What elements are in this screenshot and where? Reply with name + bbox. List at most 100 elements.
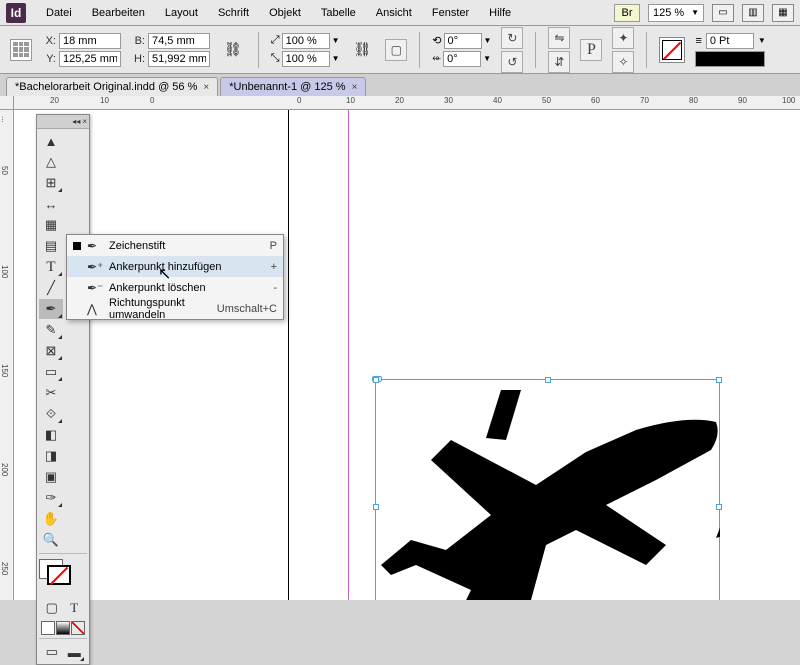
menu-type[interactable]: Schrift <box>208 3 259 23</box>
flyout-shortcut: - <box>273 282 277 294</box>
x-input[interactable] <box>59 33 121 49</box>
pen-plus-icon: ✒⁺ <box>87 260 103 274</box>
shear-input[interactable] <box>443 51 481 67</box>
menu-bar: Id Datei Bearbeiten Layout Schrift Objek… <box>0 0 800 26</box>
y-input[interactable] <box>59 51 121 67</box>
ruler-origin[interactable] <box>0 96 14 110</box>
menu-table[interactable]: Tabelle <box>311 3 366 23</box>
page-tool[interactable]: ⊞ <box>39 173 63 193</box>
rotate-input[interactable] <box>444 33 482 49</box>
gradient-feather-tool[interactable]: ◨ <box>39 446 63 466</box>
close-icon[interactable]: × <box>203 82 209 93</box>
rotate-icon: ⟲ <box>432 34 441 47</box>
ruler-tick: 40 <box>493 96 502 105</box>
select-content-icon[interactable]: ✦ <box>612 27 634 49</box>
hand-tool[interactable]: ✋ <box>39 509 63 529</box>
selection-bounding-box[interactable] <box>375 379 720 600</box>
menu-file[interactable]: Datei <box>36 3 82 23</box>
pen-tool[interactable]: ✒ <box>39 299 63 319</box>
formatting-container-icon[interactable]: ▢ <box>41 598 63 618</box>
eyedropper-tool[interactable]: ✑ <box>39 488 63 508</box>
close-icon[interactable]: × <box>352 82 358 93</box>
content-placer-tool[interactable]: ▤ <box>39 236 63 256</box>
note-tool[interactable]: ▣ <box>39 467 63 487</box>
rectangle-tool[interactable]: ▭ <box>39 362 63 382</box>
menu-edit[interactable]: Bearbeiten <box>82 3 155 23</box>
formatting-text-icon[interactable]: T <box>64 598 86 618</box>
stroke-style-preview[interactable] <box>695 51 765 67</box>
free-transform-tool[interactable]: ⟐ <box>39 404 63 424</box>
pencil-tool[interactable]: ✎ <box>39 320 63 340</box>
paragraph-mark-icon[interactable]: P <box>580 39 602 61</box>
chevron-down-icon[interactable]: ▼ <box>332 54 340 63</box>
flyout-item-pen[interactable]: ✒ Zeichenstift P <box>67 235 283 256</box>
apply-gradient-swatch[interactable] <box>56 621 70 635</box>
chevron-down-icon[interactable]: ▼ <box>483 54 491 63</box>
shear-icon: ⬰ <box>432 52 441 65</box>
chevron-down-icon[interactable]: ▼ <box>758 36 766 45</box>
horizontal-ruler[interactable]: 20 10 0 0 10 20 30 40 50 60 70 80 90 100 <box>14 96 800 110</box>
toolbox-header[interactable]: ◂◂× <box>37 115 89 129</box>
apply-none-swatch[interactable] <box>71 621 85 635</box>
doc-tab-1[interactable]: *Unbenannt-1 @ 125 % × <box>220 77 366 96</box>
flyout-item-add-anchor[interactable]: ✒⁺ Ankerpunkt hinzufügen + <box>67 256 283 277</box>
h-input[interactable] <box>148 51 210 67</box>
scale-x-input[interactable] <box>282 33 330 49</box>
menu-layout[interactable]: Layout <box>155 3 208 23</box>
apply-color-swatch[interactable] <box>41 621 55 635</box>
fill-none-swatch[interactable] <box>659 37 685 63</box>
placed-image-airplane <box>376 380 720 600</box>
stroke-pt-input[interactable] <box>706 33 754 49</box>
chain-icon[interactable]: ⛓ <box>220 41 246 58</box>
workspace-icon[interactable]: ▦ <box>772 4 794 22</box>
rectangle-frame-tool[interactable]: ⊠ <box>39 341 63 361</box>
ruler-tick: ... <box>0 116 9 123</box>
selection-tool[interactable]: ▲ <box>39 131 63 151</box>
select-container-icon[interactable]: ✧ <box>612 51 634 73</box>
normal-view-icon[interactable]: ▭ <box>41 642 63 662</box>
bridge-button[interactable]: Br <box>614 4 640 22</box>
direct-selection-tool[interactable]: △ <box>39 152 63 172</box>
gradient-swatch-tool[interactable]: ◧ <box>39 425 63 445</box>
scissors-tool[interactable]: ✂ <box>39 383 63 403</box>
collapse-icon[interactable]: ◂◂ <box>72 117 80 126</box>
tab-label: *Unbenannt-1 @ 125 % <box>229 81 345 93</box>
scale-x-icon: ⤢ <box>271 34 280 47</box>
x-label: X: <box>42 35 56 47</box>
type-tool[interactable]: T <box>39 257 63 277</box>
flyout-label: Ankerpunkt löschen <box>109 282 273 294</box>
reference-point[interactable] <box>10 39 32 61</box>
canvas[interactable] <box>14 110 800 600</box>
chain-scale-icon[interactable]: ⛓ <box>350 41 376 58</box>
rotate-ccw-icon[interactable]: ↺ <box>501 51 523 73</box>
w-input[interactable] <box>148 33 210 49</box>
zoom-selector[interactable]: 125 %▼ <box>648 4 704 22</box>
chevron-down-icon[interactable]: ▼ <box>484 36 492 45</box>
flyout-item-convert-point[interactable]: ⋀ Richtungspunkt umwandeln Umschalt+C <box>67 298 283 319</box>
menu-view[interactable]: Ansicht <box>366 3 422 23</box>
content-collector-tool[interactable]: ▦ <box>39 215 63 235</box>
scale-y-input[interactable] <box>282 51 330 67</box>
vertical-ruler[interactable]: ... 50 100 150 200 250 <box>0 110 14 600</box>
flyout-shortcut: + <box>271 261 277 273</box>
chevron-down-icon[interactable]: ▼ <box>332 36 340 45</box>
container-icon[interactable]: ▢ <box>385 39 407 61</box>
fill-stroke-swatch[interactable] <box>39 559 87 595</box>
close-icon[interactable]: × <box>82 117 87 126</box>
zoom-tool[interactable]: 🔍 <box>39 530 63 550</box>
flip-h-icon[interactable]: ⇋ <box>548 27 570 49</box>
flyout-shortcut: P <box>270 240 277 252</box>
screen-mode-icon[interactable]: ▭ <box>712 4 734 22</box>
menu-object[interactable]: Objekt <box>259 3 311 23</box>
preview-mode-icon[interactable]: ▬ <box>64 642 86 662</box>
stroke-swatch[interactable] <box>47 565 71 585</box>
gap-tool[interactable]: ↔ <box>39 194 63 214</box>
flyout-item-delete-anchor[interactable]: ✒⁻ Ankerpunkt löschen - <box>67 277 283 298</box>
rotate-cw-icon[interactable]: ↻ <box>501 27 523 49</box>
line-tool[interactable]: ╱ <box>39 278 63 298</box>
flip-v-icon[interactable]: ⇵ <box>548 51 570 73</box>
menu-window[interactable]: Fenster <box>422 3 479 23</box>
arrange-icon[interactable]: ▥ <box>742 4 764 22</box>
doc-tab-0[interactable]: *Bachelorarbeit Original.indd @ 56 %× <box>6 77 218 96</box>
menu-help[interactable]: Hilfe <box>479 3 521 23</box>
